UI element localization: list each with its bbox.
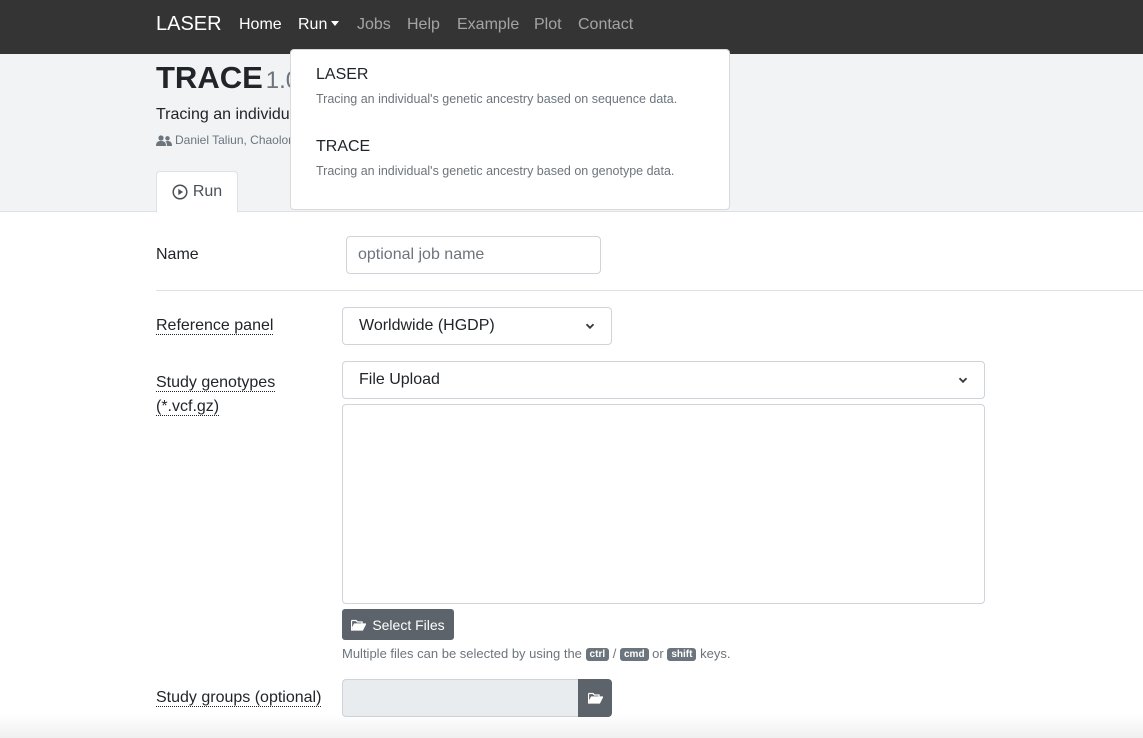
dropdown-item-title: LASER: [316, 66, 369, 83]
study-groups-browse-button[interactable]: [578, 679, 612, 717]
dropdown-item-laser[interactable]: LASER Tracing an individual's genetic an…: [316, 66, 677, 106]
navbar: LASER Home Run Jobs Help Example Plot Co…: [0, 0, 1143, 54]
hint-sep: /: [612, 646, 617, 661]
study-groups-file-input[interactable]: [342, 679, 579, 717]
tab-run[interactable]: Run: [156, 171, 238, 213]
caret-down-icon: [331, 21, 340, 26]
reference-panel-select[interactable]: Worldwide (HGDP): [342, 307, 612, 345]
kbd-ctrl: ctrl: [585, 648, 610, 661]
dropdown-item-trace[interactable]: TRACE Tracing an individual's genetic an…: [316, 138, 674, 178]
brand-logo[interactable]: LASER: [156, 13, 222, 36]
reference-panel-label-text: Reference panel: [156, 317, 274, 335]
nav-home[interactable]: Home: [239, 16, 282, 34]
upload-method-value: File Upload: [359, 371, 440, 388]
reference-panel-label: Reference panel: [156, 317, 274, 335]
dropdown-item-title: TRACE: [316, 138, 371, 155]
multi-select-hint: Multiple files can be selected by using …: [342, 646, 730, 661]
chevron-down-icon: [958, 377, 968, 384]
form-divider: [156, 290, 1143, 291]
nav-help[interactable]: Help: [407, 16, 440, 34]
kbd-shift: shift: [667, 648, 697, 661]
name-label: Name: [156, 246, 199, 263]
tab-run-label: Run: [192, 183, 223, 200]
users-icon: [156, 135, 172, 146]
page-title: TRACE 1.0: [156, 60, 299, 96]
study-groups-label: Study groups (optional): [156, 689, 322, 707]
study-groups-label-text: Study groups (optional): [156, 689, 322, 707]
hint-prefix: Multiple files can be selected by using …: [342, 646, 582, 661]
run-dropdown-menu: LASER Tracing an individual's genetic an…: [290, 49, 730, 210]
dropdown-item-description: Tracing an individual's genetic ancestry…: [316, 92, 678, 106]
study-genotypes-label-line2: (*.vcf.gz): [156, 398, 220, 416]
study-genotypes-label-line1: Study genotypes: [156, 374, 276, 392]
job-name-input[interactable]: [346, 236, 601, 274]
page-title-text: TRACE: [156, 60, 263, 95]
file-drop-zone[interactable]: [342, 404, 985, 604]
hint-or: or: [652, 646, 664, 661]
reference-panel-value: Worldwide (HGDP): [359, 317, 495, 334]
dropdown-item-description: Tracing an individual's genetic ancestry…: [316, 164, 675, 178]
nav-jobs[interactable]: Jobs: [357, 16, 391, 34]
kbd-cmd: cmd: [619, 648, 649, 661]
nav-plot[interactable]: Plot: [534, 16, 562, 34]
nav-contact[interactable]: Contact: [578, 16, 633, 34]
nav-example[interactable]: Example: [457, 16, 519, 34]
folder-open-icon: [351, 619, 367, 631]
select-files-button[interactable]: Select Files: [342, 609, 454, 640]
hint-suffix: keys.: [700, 646, 731, 661]
nav-run-label: Run: [298, 16, 328, 33]
play-circle-icon: [172, 184, 188, 200]
upload-method-select[interactable]: File Upload: [342, 361, 985, 399]
nav-run[interactable]: Run: [298, 16, 340, 34]
bottom-shadow: [0, 714, 1143, 738]
folder-open-icon: [587, 692, 603, 704]
study-genotypes-label: Study genotypes (*.vcf.gz): [156, 371, 276, 419]
chevron-down-icon: [585, 323, 595, 330]
select-files-label: Select Files: [372, 616, 445, 633]
